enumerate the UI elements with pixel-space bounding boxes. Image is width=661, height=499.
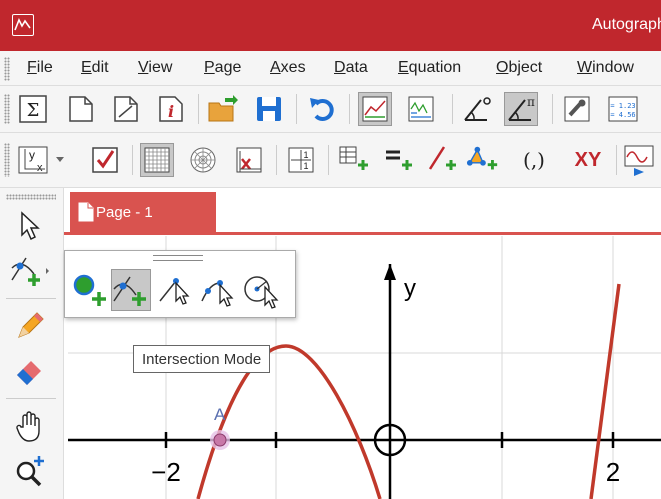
point-on-circle-icon[interactable] [241, 269, 281, 311]
tick-label-neg2: −2 [151, 457, 181, 487]
eraser-icon[interactable] [8, 350, 52, 390]
angle-pi-icon[interactable]: π [504, 92, 538, 126]
menu-window[interactable]: Window [577, 59, 634, 77]
menu-view[interactable]: View [138, 59, 172, 77]
tooltip: Intersection Mode [133, 345, 271, 373]
grid-square-icon[interactable] [140, 143, 174, 177]
flyout-grip[interactable] [153, 255, 203, 261]
point-mode-icon[interactable] [8, 250, 52, 290]
undo-icon[interactable] [305, 92, 339, 126]
point-on-curve-icon[interactable] [197, 269, 237, 311]
tool-palette [0, 188, 64, 499]
intersection-mode-icon[interactable] [111, 269, 151, 311]
open-folder-icon[interactable] [206, 92, 240, 126]
svg-text:1: 1 [303, 150, 308, 160]
scale-icon[interactable]: 11 [284, 143, 318, 177]
svg-text:1: 1 [303, 161, 308, 171]
toolbar-grip[interactable] [4, 94, 10, 124]
point-on-line-icon[interactable] [155, 269, 195, 311]
object-toolbar: yx 11 (,) XY [0, 133, 661, 188]
svg-text:x: x [37, 162, 43, 174]
y-axis-arrow [384, 264, 396, 280]
add-table-icon[interactable] [336, 143, 370, 177]
menu-edit[interactable]: Edit [81, 59, 109, 77]
point-a-label: A [214, 405, 226, 424]
tab-underline [64, 232, 661, 235]
coordinates-icon[interactable]: (,) [510, 143, 558, 177]
svg-text:i: i [168, 102, 174, 121]
save-icon[interactable] [252, 92, 286, 126]
menu-bar: File Edit View Page Axes Data Equation O… [0, 51, 661, 86]
tab-label: Page - 1 [96, 203, 153, 221]
number-format-icon[interactable]: = 1.23 = 4.56 [606, 92, 640, 126]
polar-grid-icon[interactable] [186, 143, 220, 177]
xy-icon[interactable]: XY [566, 143, 610, 177]
info-icon[interactable]: i [154, 92, 188, 126]
hand-icon[interactable] [8, 406, 52, 446]
animate-icon[interactable] [622, 143, 661, 177]
point-a-marker[interactable] [213, 433, 227, 447]
data-icon[interactable] [404, 92, 438, 126]
palette-grip[interactable] [6, 194, 56, 200]
add-line-icon[interactable] [424, 143, 458, 177]
menu-axes[interactable]: Axes [270, 59, 306, 77]
menubar-grip[interactable] [4, 57, 10, 81]
svg-text:= 4.56: = 4.56 [610, 111, 635, 119]
menu-data[interactable]: Data [334, 59, 368, 77]
x-mark-icon[interactable] [232, 143, 266, 177]
menu-object[interactable]: Object [496, 59, 542, 77]
zoom-icon[interactable] [8, 450, 52, 490]
menu-equation[interactable]: Equation [398, 59, 461, 77]
point-tools-flyout [64, 250, 296, 318]
new-page-icon[interactable] [64, 92, 98, 126]
app-logo-icon[interactable] [12, 14, 34, 36]
main-toolbar: Σ i π = 1.23 = 4.56 [0, 86, 661, 133]
menu-file[interactable]: File [27, 59, 53, 77]
tick-label-2: 2 [606, 457, 620, 487]
svg-text:Σ: Σ [27, 100, 40, 121]
y-axis-label: y [404, 275, 416, 302]
add-equation-icon[interactable] [380, 143, 414, 177]
graph-settings-icon[interactable] [358, 92, 392, 126]
add-point-icon[interactable] [69, 269, 109, 311]
pencil-icon[interactable] [8, 306, 52, 346]
svg-text:= 1.23: = 1.23 [610, 102, 635, 110]
tab-page-1[interactable]: Page - 1 [70, 192, 216, 232]
add-shape-icon[interactable] [466, 143, 500, 177]
checkbox-icon[interactable] [88, 143, 122, 177]
toolbar2-grip[interactable] [4, 143, 10, 177]
page-icon [78, 202, 94, 226]
svg-text:π: π [527, 95, 535, 109]
axes-label-icon[interactable]: yx [16, 143, 50, 177]
document-area: Page - 1 y −2 2 A [64, 188, 661, 499]
title-bar: Autograph [0, 0, 661, 51]
new-2d-page-icon[interactable] [109, 92, 143, 126]
svg-text:y: y [29, 148, 35, 162]
angle-degree-icon[interactable] [460, 92, 494, 126]
sum-icon[interactable]: Σ [16, 92, 50, 126]
menu-page[interactable]: Page [204, 59, 241, 77]
properties-icon[interactable] [560, 92, 594, 126]
axes-dropdown-icon[interactable] [52, 143, 68, 177]
window-title: Autograph [592, 16, 661, 33]
select-arrow-icon[interactable] [8, 206, 52, 246]
